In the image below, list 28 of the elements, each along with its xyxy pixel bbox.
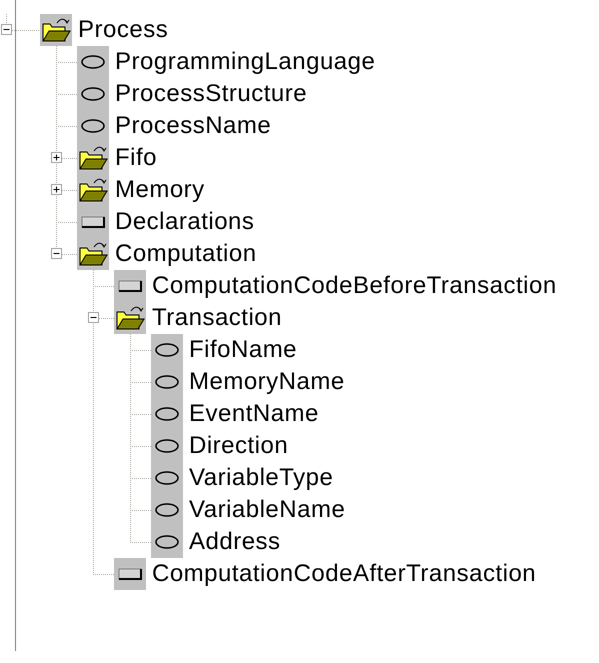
tree-item-label[interactable]: VariableType — [189, 464, 334, 492]
tree-item-label[interactable]: ProgrammingLanguage — [115, 48, 376, 76]
open-folder-icon — [77, 238, 109, 270]
expand-toggle[interactable] — [51, 152, 62, 163]
open-folder-icon — [40, 14, 72, 46]
expand-toggle[interactable] — [51, 184, 62, 195]
tree-item-label[interactable]: Fifo — [115, 144, 158, 172]
tree-item-label[interactable]: Address — [189, 528, 281, 556]
tree-item-label[interactable]: VariableName — [189, 496, 346, 524]
tree-item-label[interactable]: Process — [78, 16, 168, 44]
tree-item-label[interactable]: ComputationCodeAfterTransaction — [152, 560, 536, 588]
tree-item-label[interactable]: ProcessStructure — [115, 80, 308, 108]
expand-toggle[interactable] — [88, 312, 99, 323]
tree-item-label[interactable]: Declarations — [115, 208, 254, 236]
tree-item-label[interactable]: Direction — [189, 432, 288, 460]
tree-item-label[interactable]: Transaction — [152, 304, 282, 332]
tree-item-label[interactable]: FifoName — [189, 336, 298, 364]
rectangle-icon — [114, 270, 146, 302]
open-folder-icon — [114, 302, 146, 334]
tree-item-label[interactable]: MemoryName — [189, 368, 345, 396]
tree-item-label[interactable]: Computation — [115, 240, 257, 268]
tree-item-label[interactable]: EventName — [189, 400, 319, 428]
tree-item-label[interactable]: ComputationCodeBeforeTransaction — [152, 272, 557, 300]
tree-item-label[interactable]: Memory — [115, 176, 205, 204]
tree-item-label[interactable]: ProcessName — [115, 112, 272, 140]
expand-toggle[interactable] — [1, 24, 12, 35]
rectangle-icon — [114, 558, 146, 590]
expand-toggle[interactable] — [51, 248, 62, 259]
